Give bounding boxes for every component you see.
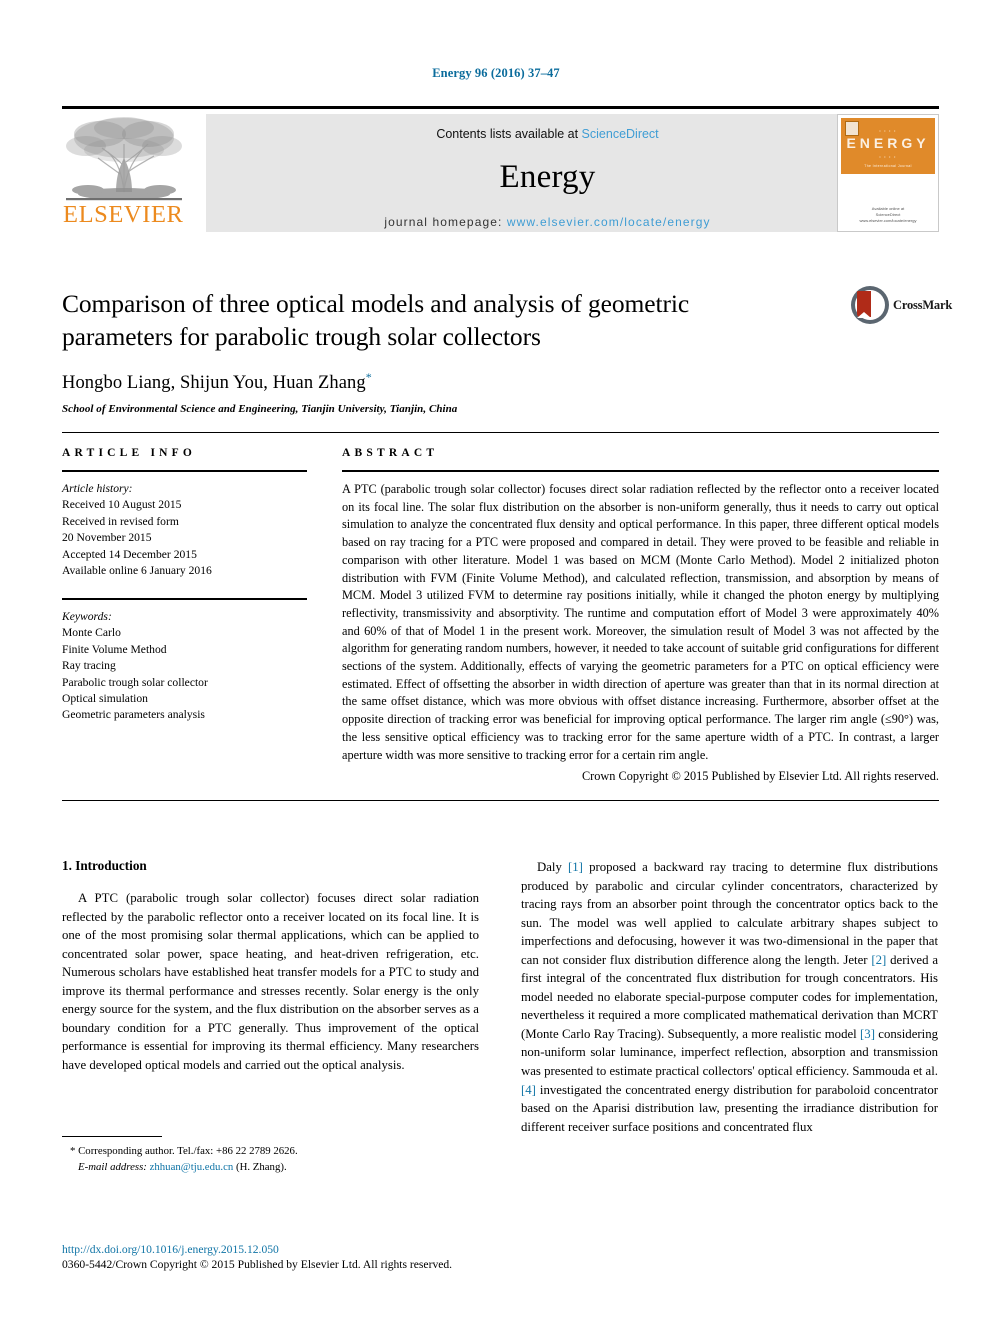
page-title: Comparison of three optical models and a… xyxy=(62,289,690,351)
journal-homepage-link[interactable]: www.elsevier.com/locate/energy xyxy=(507,215,711,229)
citation-link-3[interactable]: [3] xyxy=(860,1027,875,1041)
article-history-label: Article history: xyxy=(62,482,133,495)
corresponding-author-marker: * xyxy=(365,370,372,385)
keywords-block: Keywords: Monte Carlo Finite Volume Meth… xyxy=(62,609,307,724)
history-item: Accepted 14 December 2015 xyxy=(62,547,197,561)
info-abstract-band: ARTICLE INFO Article history: Received 1… xyxy=(62,432,939,802)
journal-title: Energy xyxy=(499,159,596,195)
citation-link-1[interactable]: [1] xyxy=(568,860,583,874)
author-names: Hongbo Liang, Shijun You, Huan Zhang xyxy=(62,373,366,394)
text-part: investigated the concentrated energy dis… xyxy=(521,1082,938,1134)
contents-prefix: Contents lists available at xyxy=(436,127,582,141)
paper-page: Energy 96 (2016) 37–47 ELSEVIER Contents… xyxy=(0,0,992,1323)
crossmark-circle-icon xyxy=(851,286,889,324)
history-item: Available online 6 January 2016 xyxy=(62,564,212,578)
elsevier-tree-icon xyxy=(62,114,186,202)
body-columns: 1. Introduction A PTC (parabolic trough … xyxy=(62,858,939,1136)
journal-masthead: ELSEVIER Contents lists available at Sci… xyxy=(62,106,939,234)
elsevier-wordmark: ELSEVIER xyxy=(63,201,184,228)
cover-footer: Available online at ScienceDirect www.el… xyxy=(838,206,938,224)
intro-paragraph-left: A PTC (parabolic trough solar collector)… xyxy=(62,891,479,1072)
keyword-item: Ray tracing xyxy=(62,659,116,673)
doi-block: http://dx.doi.org/10.1016/j.energy.2015.… xyxy=(62,1243,562,1271)
footnote-email-suffix: (H. Zhang). xyxy=(235,1160,287,1173)
abstract-text: A PTC (parabolic trough solar collector)… xyxy=(342,482,939,762)
article-info-rule xyxy=(62,470,307,472)
footnote-email-label: E-mail address: xyxy=(78,1160,147,1173)
journal-cover-thumbnail: • • • • ENERGY • • • • The International… xyxy=(837,114,939,232)
citation-link-4[interactable]: [4] xyxy=(521,1083,536,1097)
abstract-column: ABSTRACT A PTC (parabolic trough solar c… xyxy=(342,447,939,784)
doi-link[interactable]: http://dx.doi.org/10.1016/j.energy.2015.… xyxy=(62,1243,562,1256)
crossmark-label: CrossMark xyxy=(893,298,953,312)
section-heading-introduction: 1. Introduction xyxy=(62,858,147,873)
cover-footer-line3: www.elsevier.com/locate/energy xyxy=(859,218,917,223)
cover-banner-title: ENERGY xyxy=(846,135,930,151)
journal-homepage-line: journal homepage: www.elsevier.com/locat… xyxy=(206,215,889,229)
body-left-column: 1. Introduction A PTC (parabolic trough … xyxy=(62,858,479,1136)
text-part: Daly xyxy=(537,860,569,874)
footnote-corresponding: * Corresponding author. Tel./fax: +86 22… xyxy=(62,1144,479,1160)
keywords-label: Keywords: xyxy=(62,609,112,623)
intro-paragraph-right: Daly [1] proposed a backward ray tracing… xyxy=(521,858,938,1136)
cover-banner-bottom-row: • • • • xyxy=(879,155,897,159)
abstract-copyright: Crown Copyright © 2015 Published by Else… xyxy=(581,769,939,784)
masthead-top-rule xyxy=(62,106,939,109)
running-head: Energy 96 (2016) 37–47 xyxy=(432,66,560,80)
footnote-corresponding-text: Corresponding author. Tel./fax: +86 22 2… xyxy=(78,1145,298,1157)
article-info-heading: ARTICLE INFO xyxy=(62,447,197,459)
crossmark-book-icon xyxy=(857,291,871,318)
history-item: Received in revised form xyxy=(62,514,179,528)
keyword-item: Finite Volume Method xyxy=(62,642,167,656)
cover-banner-top-row: • • • • xyxy=(879,129,897,133)
title-block: Comparison of three optical models and a… xyxy=(62,288,939,415)
abstract-rule xyxy=(342,470,939,472)
band-top-rule xyxy=(62,432,939,433)
cover-banner: • • • • ENERGY • • • • The International… xyxy=(841,118,935,174)
footnote-email-link[interactable]: zhhuan@tju.edu.cn xyxy=(150,1161,234,1173)
masthead-center-band: Contents lists available at ScienceDirec… xyxy=(206,114,889,232)
keyword-item: Optical simulation xyxy=(62,691,148,705)
footnote-marker: * xyxy=(70,1145,76,1157)
band-bottom-rule xyxy=(62,800,939,802)
citation-link-2[interactable]: [2] xyxy=(871,953,886,967)
footnote-rule xyxy=(62,1136,162,1137)
elsevier-logo: ELSEVIER xyxy=(62,114,198,232)
sciencedirect-link[interactable]: ScienceDirect xyxy=(582,127,659,141)
text-part: proposed a backward ray tracing to deter… xyxy=(521,860,939,967)
issn-copyright-line: 0360-5442/Crown Copyright © 2015 Publish… xyxy=(62,1258,453,1271)
history-item: 20 November 2015 xyxy=(62,531,152,545)
history-item: Received 10 August 2015 xyxy=(62,498,182,512)
footnote-email: E-mail address: zhhuan@tju.edu.cn (H. Zh… xyxy=(62,1160,479,1176)
keyword-item: Monte Carlo xyxy=(62,626,121,640)
footnote-block: * Corresponding author. Tel./fax: +86 22… xyxy=(62,1136,479,1175)
author-list: Hongbo Liang, Shijun You, Huan Zhang* xyxy=(62,370,939,394)
keywords-rule xyxy=(62,597,307,600)
cover-banner-subtitle: The International Journal xyxy=(864,164,912,168)
keyword-item: Parabolic trough solar collector xyxy=(62,675,208,689)
article-info-column: ARTICLE INFO Article history: Received 1… xyxy=(62,447,307,784)
homepage-prefix: journal homepage: xyxy=(384,215,507,229)
affiliation: School of Environmental Science and Engi… xyxy=(62,403,458,416)
crossmark-badge[interactable]: CrossMark xyxy=(851,286,952,326)
contents-available-line: Contents lists available at ScienceDirec… xyxy=(206,114,889,141)
body-right-column: Daly [1] proposed a backward ray tracing… xyxy=(521,858,938,1136)
keyword-item: Geometric parameters analysis xyxy=(62,708,205,722)
abstract-heading: ABSTRACT xyxy=(342,447,439,459)
article-history-block: Article history: Received 10 August 2015… xyxy=(62,481,307,580)
